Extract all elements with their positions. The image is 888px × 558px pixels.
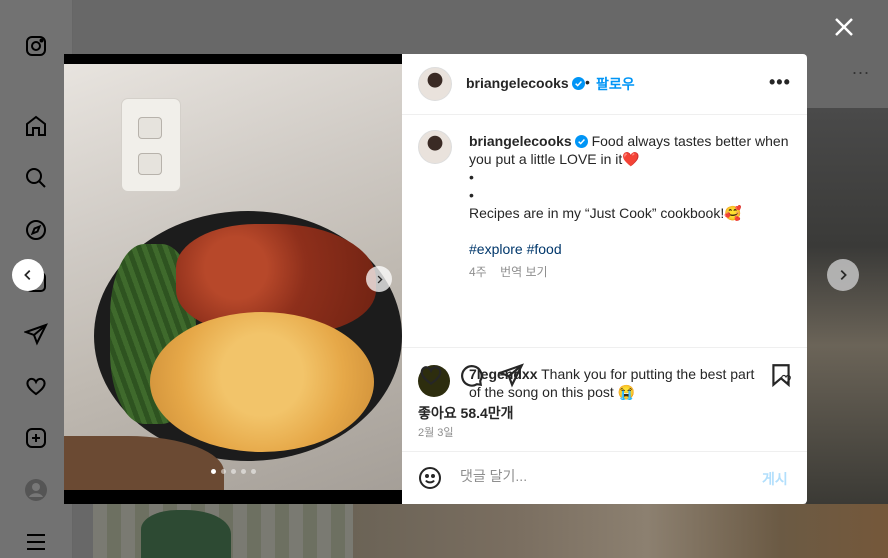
like-icon[interactable] (418, 362, 444, 388)
post-header: briangelecooks • 팔로우 ••• (402, 54, 807, 115)
post-modal: briangelecooks • 팔로우 ••• briangelecooks … (64, 54, 807, 504)
wall-outlet (122, 99, 180, 191)
time-ago: 4주 (469, 265, 487, 279)
like-count[interactable]: 좋아요 58.4만개 (418, 403, 514, 423)
background-thumbnail-map (93, 504, 353, 558)
carousel-dot (231, 469, 236, 474)
caption-bullet: • (469, 169, 474, 185)
create-icon[interactable] (22, 424, 50, 452)
comments-section: briangelecooks Food always tastes better… (402, 115, 807, 400)
post-photo (64, 64, 402, 490)
carousel-dot (241, 469, 246, 474)
send-icon[interactable] (22, 320, 50, 348)
follow-separator: • (585, 74, 590, 90)
comment-input[interactable] (458, 467, 742, 485)
home-icon[interactable] (22, 112, 50, 140)
action-bar (402, 348, 807, 404)
comment-icon[interactable] (458, 362, 484, 388)
previous-post-button[interactable] (12, 259, 44, 291)
chevron-left-icon (24, 270, 31, 280)
caption-meta: 4주 번역 보기 (469, 263, 558, 280)
map-shape (141, 510, 231, 558)
background-next-post-image (806, 108, 888, 504)
carousel-dot (221, 469, 226, 474)
carousel-dot (211, 469, 216, 474)
verified-badge-icon (574, 135, 588, 148)
share-icon[interactable] (498, 362, 524, 388)
caption-text: briangelecooks Food always tastes better… (469, 132, 789, 258)
more-options-icon[interactable]: ••• (769, 72, 791, 93)
instagram-icon[interactable] (22, 32, 50, 60)
search-icon[interactable] (22, 164, 50, 192)
post-details-panel: briangelecooks • 팔로우 ••• briangelecooks … (402, 54, 807, 504)
verified-badge-icon (571, 77, 585, 90)
follow-button[interactable]: 팔로우 (596, 74, 635, 94)
chevron-right-icon (840, 270, 847, 280)
see-translation-link[interactable]: 번역 보기 (500, 265, 548, 279)
hashtags[interactable]: #explore #food (469, 240, 789, 258)
caption-line-2: Recipes are in my “Just Cook” cookbook!🥰 (469, 205, 742, 221)
caption-bullet: • (469, 187, 474, 203)
post-comment-button[interactable]: 게시 (762, 469, 788, 489)
caption-author-avatar[interactable] (418, 130, 452, 164)
background-thumbnail-food (353, 504, 888, 558)
post-date: 2월 3일 (418, 427, 454, 439)
save-bookmark-icon[interactable] (768, 362, 794, 388)
author-avatar[interactable] (418, 67, 452, 101)
explore-icon[interactable] (22, 216, 50, 244)
carousel-next-button[interactable] (366, 266, 392, 292)
carousel-dot (251, 469, 256, 474)
add-comment-bar: 게시 (402, 451, 807, 504)
mac-and-cheese (150, 312, 374, 452)
background-more-icon: ... (852, 58, 871, 78)
chevron-right-icon (377, 275, 383, 283)
author-username[interactable]: briangelecooks (466, 75, 585, 91)
close-icon[interactable] (832, 15, 856, 39)
emoji-icon[interactable] (418, 466, 442, 490)
next-post-button[interactable] (827, 259, 859, 291)
carousel-indicator (211, 469, 256, 474)
menu-icon[interactable] (22, 528, 50, 556)
profile-icon[interactable] (22, 476, 50, 504)
post-media (64, 54, 402, 504)
heart-icon[interactable] (22, 372, 50, 400)
caption-author-username[interactable]: briangelecooks (469, 133, 588, 149)
